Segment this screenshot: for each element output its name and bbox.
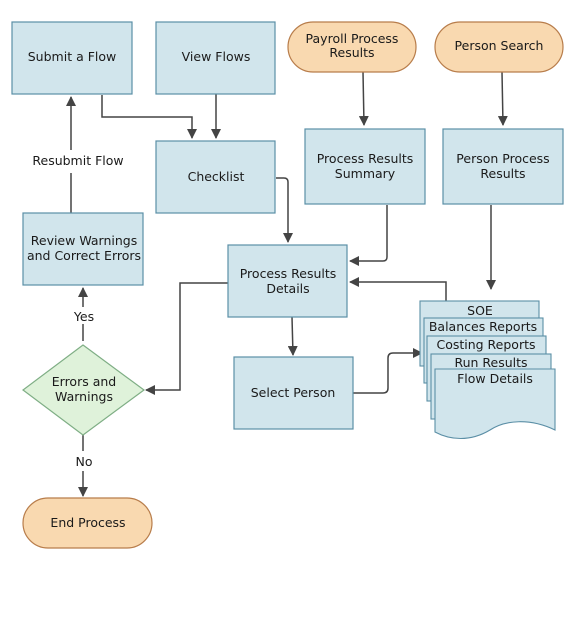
document-flow-details[interactable]: Flow Details <box>434 368 556 440</box>
node-view-flows[interactable]: View Flows <box>155 21 276 95</box>
node-errors-and-warnings[interactable]: Errors and Warnings <box>22 344 146 436</box>
node-label-line-2: Results <box>480 166 525 181</box>
node-label-line-1: Person Process <box>456 151 549 166</box>
node-label: Checklist <box>188 169 245 184</box>
document-label: Balances Reports <box>429 319 537 334</box>
node-person-search[interactable]: Person Search <box>434 21 564 73</box>
edge-submit-to-checklist <box>101 95 197 139</box>
node-label: Person Search <box>455 38 544 53</box>
node-checklist[interactable]: Checklist <box>155 140 276 214</box>
document-label: SOE <box>467 303 493 318</box>
node-documents-stack: SOE Balances Reports Costing Reports Run… <box>419 300 556 440</box>
edge-payroll-to-summary <box>358 71 369 126</box>
edge-label-yes: Yes <box>73 309 94 324</box>
node-process-results-summary[interactable]: Process Results Summary <box>304 128 426 205</box>
edge-details-to-selectperson <box>287 316 298 356</box>
edge-documents-to-details <box>349 277 447 301</box>
node-select-person[interactable]: Select Person <box>233 356 354 430</box>
edge-selectperson-to-documents <box>353 348 423 394</box>
edge-summary-to-details <box>349 205 388 266</box>
node-label: Select Person <box>251 385 336 400</box>
node-label-line-2: Results <box>329 45 374 60</box>
flowchart-canvas: Submit a Flow View Flows Payroll Process… <box>11 21 564 549</box>
node-label-line-2: and Correct Errors <box>27 248 141 263</box>
edge-label-no: No <box>76 454 93 469</box>
node-process-results-details[interactable]: Process Results Details <box>227 244 348 318</box>
node-person-process-results[interactable]: Person Process Results <box>442 128 564 205</box>
node-end-process[interactable]: End Process <box>22 497 153 549</box>
edge-details-to-errors <box>145 282 228 395</box>
node-label-line-1: Review Warnings <box>31 233 137 248</box>
node-submit-flow[interactable]: Submit a Flow <box>11 21 133 95</box>
edge-checklist-to-details <box>276 177 293 243</box>
node-label-line-1: Payroll Process <box>306 31 399 46</box>
edge-label-resubmit: Resubmit Flow <box>32 153 123 168</box>
node-label-line-2: Details <box>266 281 309 296</box>
document-label: Costing Reports <box>436 337 535 352</box>
node-label-line-1: Process Results <box>240 266 337 281</box>
node-label-line-1: Errors and <box>52 374 116 389</box>
node-label-line-2: Summary <box>335 166 396 181</box>
document-label: Flow Details <box>457 371 533 386</box>
node-label: View Flows <box>182 49 251 64</box>
document-label: Run Results <box>454 355 527 370</box>
edge-personsearch-to-ppr <box>497 71 508 126</box>
node-review-warnings[interactable]: Review Warnings and Correct Errors <box>22 212 144 286</box>
node-label-line-2: Warnings <box>55 389 113 404</box>
node-label: Submit a Flow <box>28 49 116 64</box>
node-label: End Process <box>50 515 125 530</box>
node-payroll-process-results[interactable]: Payroll Process Results <box>287 21 417 73</box>
node-label-line-1: Process Results <box>317 151 414 166</box>
